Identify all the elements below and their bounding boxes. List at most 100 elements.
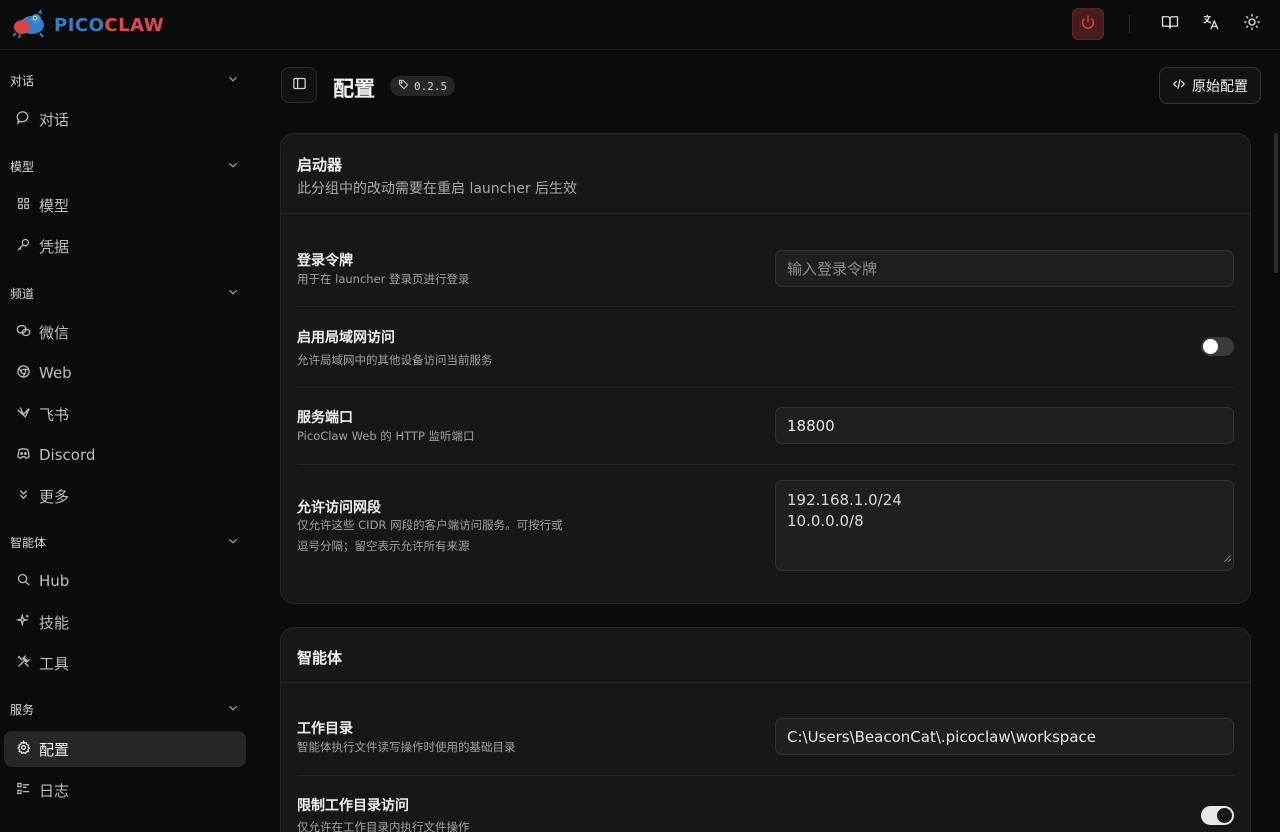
book-icon: [1161, 13, 1179, 35]
setting-label: 启用局域网访问: [297, 330, 395, 346]
toggle-knob: [1203, 339, 1218, 354]
sidebar-item-tools[interactable]: 工具: [4, 645, 246, 681]
chat-bubble-icon: [16, 110, 31, 129]
sidebar-item-label: 对话: [39, 110, 70, 129]
sidebar-group-chat[interactable]: 对话: [10, 69, 240, 91]
list-icon: [16, 781, 31, 800]
chevrons-down-icon: [16, 487, 31, 506]
topbar-divider: [1129, 15, 1130, 33]
sidebar-item-label: 技能: [39, 613, 70, 632]
allowed-cidr-textarea[interactable]: 192.168.1.0/24 10.0.0.0/8: [775, 480, 1234, 571]
scrollbar-thumb[interactable]: [1274, 133, 1278, 273]
setting-description: 仅允许这些 CIDR 网段的客户端访问服务。可按行或 逗号分隔；留空表示允许所有…: [297, 515, 597, 557]
row-divider: [297, 464, 1234, 465]
workspace-dir-input[interactable]: C:\Users\BeaconCat\.picoclaw\workspace: [775, 718, 1234, 755]
sidebar-group-model[interactable]: 模型: [10, 155, 240, 177]
setting-label: 服务端口: [297, 410, 353, 426]
textarea-line: 10.0.0.0/8: [787, 512, 864, 530]
sidebar-item-label: 配置: [39, 740, 70, 759]
sidebar-item-feishu[interactable]: 飞书: [4, 396, 246, 432]
launcher-settings-card: 启动器 此分组中的改动需要在重启 launcher 后生效 登录令牌 用于在 l…: [280, 133, 1251, 604]
sidebar-item-credential[interactable]: 凭据: [4, 228, 246, 264]
toggle-knob: [1217, 808, 1232, 823]
power-button[interactable]: [1072, 8, 1104, 40]
card-title: 智能体: [297, 649, 343, 667]
sidebar-item-chat[interactable]: 对话: [4, 101, 246, 137]
sidebar-group-service[interactable]: 服务: [10, 698, 240, 720]
version-text: 0.2.5: [414, 79, 448, 93]
sidebar-item-label: Hub: [39, 572, 70, 590]
sidebar-item-skills[interactable]: 技能: [4, 604, 246, 640]
setting-label: 限制工作目录访问: [297, 798, 409, 814]
card-header: 启动器 此分组中的改动需要在重启 launcher 后生效: [281, 134, 1250, 214]
chevron-down-icon: [226, 534, 240, 551]
lan-access-toggle[interactable]: [1201, 337, 1234, 356]
logo-text: PICOCLAW: [54, 15, 164, 36]
sidebar-group-label: 对话: [10, 73, 35, 88]
sidebar-item-label: Discord: [39, 446, 96, 464]
setting-description: 允许局域网中的其他设备访问当前服务: [297, 353, 493, 367]
sidebar-item-label: 日志: [39, 781, 70, 800]
sidebar-toggle-button[interactable]: [281, 67, 317, 103]
tools-icon: [16, 654, 31, 673]
search-icon: [16, 572, 31, 591]
setting-description: PicoClaw Web 的 HTTP 监听端口: [297, 429, 475, 443]
chevron-down-icon: [226, 285, 240, 302]
row-divider: [297, 775, 1234, 776]
sidebar-item-more[interactable]: 更多: [4, 478, 246, 514]
setting-description: 仅允许在工作目录内执行文件操作: [297, 820, 470, 832]
language-button[interactable]: [1199, 12, 1223, 36]
logo-mascot-icon: [10, 7, 50, 43]
app-logo[interactable]: PICOCLAW: [10, 7, 164, 43]
setting-description: 用于在 launcher 登录页进行登录: [297, 272, 470, 286]
page-title: 配置: [333, 77, 375, 101]
logo-text-pico: PICO: [54, 14, 105, 36]
sidebar-item-model[interactable]: 模型: [4, 187, 246, 223]
sidebar-group-label: 智能体: [10, 535, 47, 550]
row-divider: [297, 306, 1234, 307]
power-icon: [1080, 14, 1096, 34]
restrict-workspace-toggle[interactable]: [1201, 806, 1234, 825]
sidebar-group-channel[interactable]: 频道: [10, 282, 240, 304]
sidebar-item-label: 工具: [39, 654, 70, 673]
setting-label: 登录令牌: [297, 253, 353, 269]
logo-text-claw: CLAW: [104, 14, 165, 36]
sidebar-item-label: 飞书: [39, 405, 70, 424]
sun-icon: [1243, 13, 1261, 35]
description-line: 逗号分隔；留空表示允许所有来源: [297, 539, 470, 553]
sidebar-group-label: 模型: [10, 159, 35, 174]
chevron-down-icon: [226, 72, 240, 89]
sidebar-group-label: 服务: [10, 702, 35, 717]
translate-icon: [1202, 13, 1220, 35]
sidebar-item-label: 更多: [39, 487, 70, 506]
raw-config-button[interactable]: 原始配置: [1159, 67, 1261, 104]
panel-left-icon: [292, 76, 307, 95]
card-header: 智能体: [281, 628, 1250, 683]
sidebar-item-config[interactable]: 配置: [4, 731, 246, 767]
theme-toggle-button[interactable]: [1240, 12, 1264, 36]
sidebar-item-discord[interactable]: Discord: [4, 437, 246, 473]
chevron-down-icon: [226, 158, 240, 175]
sidebar-item-web[interactable]: Web: [4, 355, 246, 391]
agent-settings-card: 智能体 工作目录 智能体执行文件读写操作时使用的基础目录 C:\Users\Be…: [280, 627, 1251, 832]
login-token-input[interactable]: 输入登录令牌: [775, 250, 1234, 287]
service-port-input[interactable]: 18800: [775, 407, 1234, 444]
version-badge: 0.2.5: [390, 76, 456, 96]
wechat-icon: [16, 323, 31, 342]
sparkles-icon: [15, 612, 31, 632]
sidebar-item-hub[interactable]: Hub: [4, 563, 246, 599]
sidebar-group-agent[interactable]: 智能体: [10, 531, 240, 553]
sidebar-group-label: 频道: [10, 286, 35, 301]
card-title: 启动器: [297, 156, 343, 174]
card-subtitle: 此分组中的改动需要在重启 launcher 后生效: [297, 181, 578, 197]
chrome-icon: [16, 364, 31, 383]
setting-label: 允许访问网段: [297, 500, 381, 516]
description-line: 仅允许这些 CIDR 网段的客户端访问服务。可按行或: [297, 518, 563, 532]
sidebar-item-logs[interactable]: 日志: [4, 772, 246, 808]
resize-handle-icon[interactable]: [1223, 547, 1232, 568]
sidebar: 对话 对话 模型 模型 凭据 频道 微信 Web 飞书 Discord 更多 智…: [0, 51, 256, 832]
gear-icon: [16, 739, 31, 759]
docs-button[interactable]: [1158, 12, 1182, 36]
raw-config-label: 原始配置: [1192, 78, 1248, 95]
sidebar-item-wechat[interactable]: 微信: [4, 314, 246, 350]
